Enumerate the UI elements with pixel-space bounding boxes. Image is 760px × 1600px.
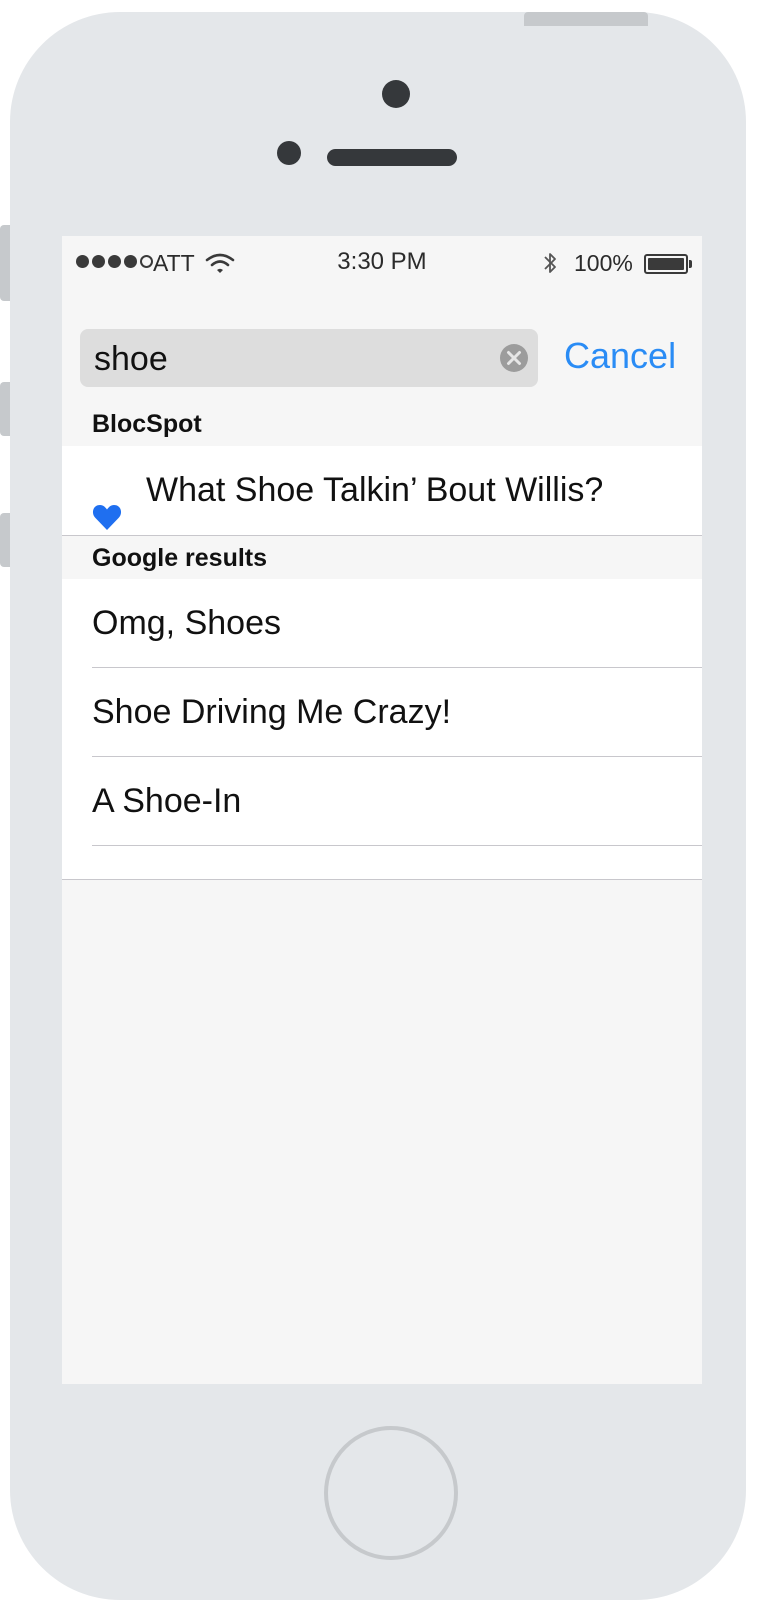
power-button <box>524 12 648 26</box>
search-input-value: shoe <box>94 340 168 378</box>
front-camera <box>382 80 410 108</box>
list-item-label: A Shoe-In <box>92 782 242 820</box>
status-bar: ATT 3:30 PM 100% <box>62 236 702 292</box>
cancel-button[interactable]: Cancel <box>564 335 676 377</box>
proximity-sensor <box>277 141 301 165</box>
search-bar: shoe Cancel <box>62 292 702 403</box>
list-item[interactable]: Omg, Shoes <box>62 579 702 668</box>
volume-down-button <box>0 513 10 567</box>
section-header-google-results: Google results <box>62 535 702 579</box>
list-item-label: Shoe Driving Me Crazy! <box>92 693 452 731</box>
clear-icon[interactable] <box>499 343 529 373</box>
bluetooth-icon <box>542 250 558 282</box>
search-results-list: BlocSpot What Shoe Talkin’ Bout Willis? … <box>62 402 702 880</box>
mute-switch <box>0 225 10 301</box>
battery-icon <box>644 254 688 274</box>
battery-percent: 100% <box>574 250 633 276</box>
list-footer-space <box>62 846 702 879</box>
list-item[interactable]: What Shoe Talkin’ Bout Willis? <box>62 446 702 535</box>
screen: ATT 3:30 PM 100% shoe Cancel BlocSpot Wh… <box>62 236 702 1384</box>
list-item-label: Omg, Shoes <box>92 604 281 642</box>
volume-up-button <box>0 382 10 436</box>
list-item[interactable]: Shoe Driving Me Crazy! <box>62 668 702 757</box>
heart-icon <box>92 476 122 565</box>
section-header-blocspot: BlocSpot <box>62 402 702 446</box>
home-button[interactable] <box>324 1426 458 1560</box>
list-item-label: What Shoe Talkin’ Bout Willis? <box>146 471 604 509</box>
row-divider <box>92 845 702 846</box>
search-input[interactable]: shoe <box>80 329 538 387</box>
earpiece-speaker <box>327 149 457 166</box>
battery-tip <box>689 260 692 268</box>
list-item[interactable]: A Shoe-In <box>62 757 702 846</box>
